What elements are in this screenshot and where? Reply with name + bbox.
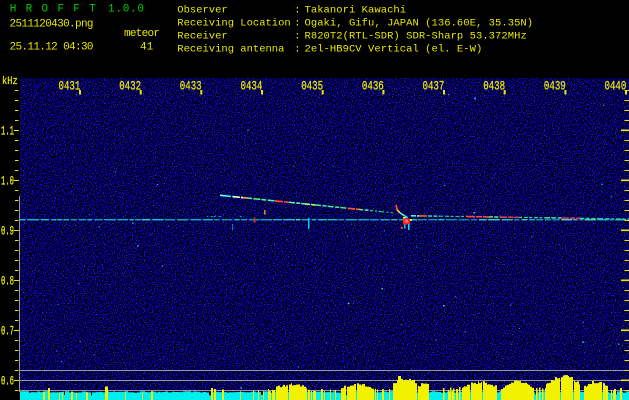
svg-text:1.0: 1.0 [1,175,14,190]
svg-text:Receiving antenna: Receiving antenna [177,43,284,55]
svg-text:1.1: 1.1 [1,125,14,140]
svg-text:Receiving Location: Receiving Location [177,17,290,29]
svg-text:F: F [73,3,80,15]
svg-text:F: F [57,3,64,15]
svg-text::: : [294,43,300,55]
svg-text:0435: 0435 [301,80,323,94]
svg-text:0438: 0438 [483,80,505,94]
svg-text:0.6: 0.6 [1,375,14,390]
svg-text:2el-HB9CV Vertical (el. E-W): 2el-HB9CV Vertical (el. E-W) [305,43,483,55]
svg-text:0437: 0437 [423,80,445,94]
svg-text:kHz: kHz [2,75,18,88]
svg-text:0440: 0440 [605,80,627,94]
svg-text:25.11.12 04:30: 25.11.12 04:30 [10,41,94,53]
svg-text:0433: 0433 [180,80,202,94]
svg-text:H: H [10,3,17,15]
svg-text:2511120430.png: 2511120430.png [10,19,94,31]
svg-text:0431: 0431 [59,80,81,94]
svg-text:O: O [42,3,49,15]
svg-text::: : [294,30,300,42]
svg-text:R820T2(RTL-SDR) SDR-Sharp 53.3: R820T2(RTL-SDR) SDR-Sharp 53.372MHz [305,30,527,42]
svg-text:0436: 0436 [362,80,384,94]
svg-text:1.0.0: 1.0.0 [108,3,144,15]
svg-text:Takanori Kawachi: Takanori Kawachi [305,4,407,16]
svg-text:meteor: meteor [124,28,160,40]
svg-text:0.7: 0.7 [1,325,14,340]
svg-text:0.9: 0.9 [1,225,14,240]
svg-text:Ogaki, Gifu, JAPAN (136.60E, 3: Ogaki, Gifu, JAPAN (136.60E, 35.35N) [305,17,534,29]
svg-text:41: 41 [140,42,154,54]
svg-text:R: R [26,3,33,15]
svg-text:Receiver: Receiver [177,30,227,42]
svg-text:T: T [89,3,96,15]
svg-text:0439: 0439 [544,80,566,94]
svg-text::: : [294,4,300,16]
svg-text::: : [294,17,300,29]
svg-text:0434: 0434 [241,80,263,94]
svg-text:0432: 0432 [119,80,141,94]
svg-text:0.8: 0.8 [1,275,14,290]
svg-text:Observer: Observer [177,4,227,16]
